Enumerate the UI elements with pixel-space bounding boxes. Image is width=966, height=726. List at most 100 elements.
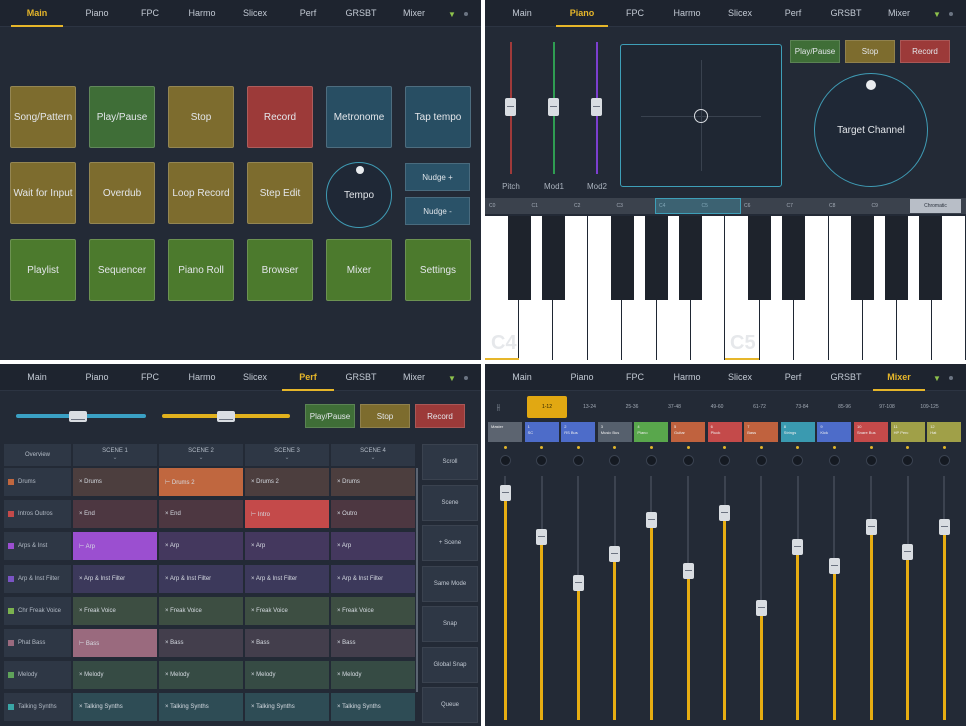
channel-header[interactable]: 3 Music Bus [597,422,632,442]
clip-cell[interactable]: × Arp & Inst Filter [159,564,243,593]
pan-knob[interactable] [938,455,950,466]
clip-cell[interactable]: × Freak Voice [331,596,415,625]
pad-play-pause[interactable]: Play/Pause [89,86,155,148]
clip-cell[interactable]: × Freak Voice [73,596,157,625]
menu-dot-icon[interactable] [464,12,468,16]
pan-knob[interactable] [536,455,548,466]
clip-cell[interactable]: × Drums [73,468,157,496]
black-key[interactable] [679,216,702,300]
piano-keyboard[interactable]: C4 C5 [485,216,966,360]
tab-mixer[interactable]: Mixer [873,0,925,27]
channel-header[interactable]: 5 Guitar [671,422,705,442]
clip-cell[interactable]: ⊢ Drums 2 [159,468,243,496]
clip-cell[interactable]: × Arp & Inst Filter [73,564,157,593]
black-key[interactable] [748,216,771,300]
tab-mixer[interactable]: Mixer [873,364,925,391]
black-key[interactable] [885,216,908,300]
fader-thumb[interactable] [828,558,840,575]
right-button-global-snap[interactable]: Global Snap [422,646,478,683]
channel-header[interactable]: 7 Bass [744,422,779,442]
clip-cell[interactable]: × Freak Voice [245,596,329,625]
tab-slicex[interactable]: Slicex [714,364,766,391]
bank-61-72[interactable]: 61-72 [740,396,780,418]
tab-fpc[interactable]: FPC [124,364,176,391]
pan-knob[interactable] [792,455,804,466]
record-button[interactable]: Record [415,404,465,428]
pad-sequencer[interactable]: Sequencer [89,239,155,301]
pad-song-pattern[interactable]: Song/Pattern [10,86,76,148]
tab-main[interactable]: Main [11,0,63,27]
black-key[interactable] [782,216,805,300]
clip-cell[interactable]: × Talking Synths [245,693,329,722]
tab-perf[interactable]: Perf [767,0,819,27]
crossfader-thumb-1[interactable] [69,411,87,422]
clip-cell[interactable]: × Arp [245,532,329,561]
black-key[interactable] [508,216,531,300]
pan-knob[interactable] [865,455,877,466]
tab-grsbt[interactable]: GRSBT [335,0,387,27]
row-label-drums[interactable]: Drums [4,468,71,496]
pad-mixer[interactable]: Mixer [326,239,392,301]
crossfader-thumb-2[interactable] [217,411,235,422]
xy-cursor[interactable] [694,109,708,123]
tab-piano[interactable]: Piano [556,364,608,391]
mod1-slider-thumb[interactable] [548,98,559,116]
fader-thumb[interactable] [609,546,621,563]
pad-wait-for-input[interactable]: Wait for Input [10,162,76,224]
tab-piano[interactable]: Piano [71,0,123,27]
clip-cell[interactable]: ⊢ Arp [73,532,157,561]
scene-header-4[interactable]: SCENE 4 ⌄ [331,444,415,466]
pitch-slider-thumb[interactable] [505,98,516,116]
clip-cell[interactable]: × Bass [245,629,329,657]
black-key[interactable] [542,216,565,300]
clip-cell[interactable]: × Arp & Inst Filter [245,564,329,593]
clip-cell[interactable]: × Talking Synths [73,693,157,722]
clip-cell[interactable]: × Bass [159,629,243,657]
tab-fpc[interactable]: FPC [124,0,176,27]
bank-97-108[interactable]: 97-108 [867,396,907,418]
channel-header[interactable]: 10 Snare Bus [854,422,888,442]
stop-button[interactable]: Stop [845,40,895,63]
fader-thumb[interactable] [902,543,914,560]
pad-metronome[interactable]: Metronome [326,86,392,148]
menu-dot-icon[interactable] [464,376,468,380]
pad-loop-record[interactable]: Loop Record [168,162,234,224]
clip-cell[interactable]: × End [73,500,157,529]
play-pause-button[interactable]: Play/Pause [790,40,840,63]
pad-piano-roll[interactable]: Piano Roll [168,239,234,301]
menu-dot-icon[interactable] [949,12,953,16]
fader-thumb[interactable] [719,504,731,521]
fader-thumb[interactable] [499,485,511,502]
right-button-scroll[interactable]: Scroll [422,444,478,480]
clip-cell[interactable]: × Outro [331,500,415,529]
overview-button[interactable]: Overview [4,444,71,466]
scene-header-2[interactable]: SCENE 2 ⌄ [159,444,243,466]
fader-thumb[interactable] [682,563,694,580]
bank-1-12[interactable]: 1-12 [527,396,567,418]
clip-cell[interactable]: × Talking Synths [331,693,415,722]
row-label-intros-outros[interactable]: Intros Outros [4,500,71,529]
pan-knob[interactable] [572,455,584,466]
tab-fpc[interactable]: FPC [609,364,661,391]
black-key[interactable] [611,216,634,300]
clip-cell[interactable]: × Arp [159,532,243,561]
tab-main[interactable]: Main [496,364,548,391]
tab-perf[interactable]: Perf [282,364,334,391]
clip-cell[interactable]: × Arp & Inst Filter [331,564,415,593]
bank-37-48[interactable]: 37-48 [655,396,695,418]
channel-header[interactable]: Master [488,422,522,442]
pad-stop[interactable]: Stop [168,86,234,148]
pan-knob[interactable] [902,455,914,466]
channel-header[interactable]: 11 HP Perc [890,422,925,442]
clip-cell[interactable]: ⊢ Intro [245,500,329,529]
menu-dot-icon[interactable] [949,376,953,380]
channel-header[interactable]: 12 Hat [927,422,962,442]
channel-header[interactable]: 2 RS Bus [561,422,596,442]
tempo-knob[interactable]: Tempo [326,162,392,228]
pad-settings[interactable]: Settings [405,239,471,301]
pan-knob[interactable] [682,455,694,466]
tab-slicex[interactable]: Slicex [229,0,281,27]
bank-25-36[interactable]: 25-36 [612,396,652,418]
tab-slicex[interactable]: Slicex [229,364,281,391]
bank-13-24[interactable]: 13-24 [570,396,610,418]
